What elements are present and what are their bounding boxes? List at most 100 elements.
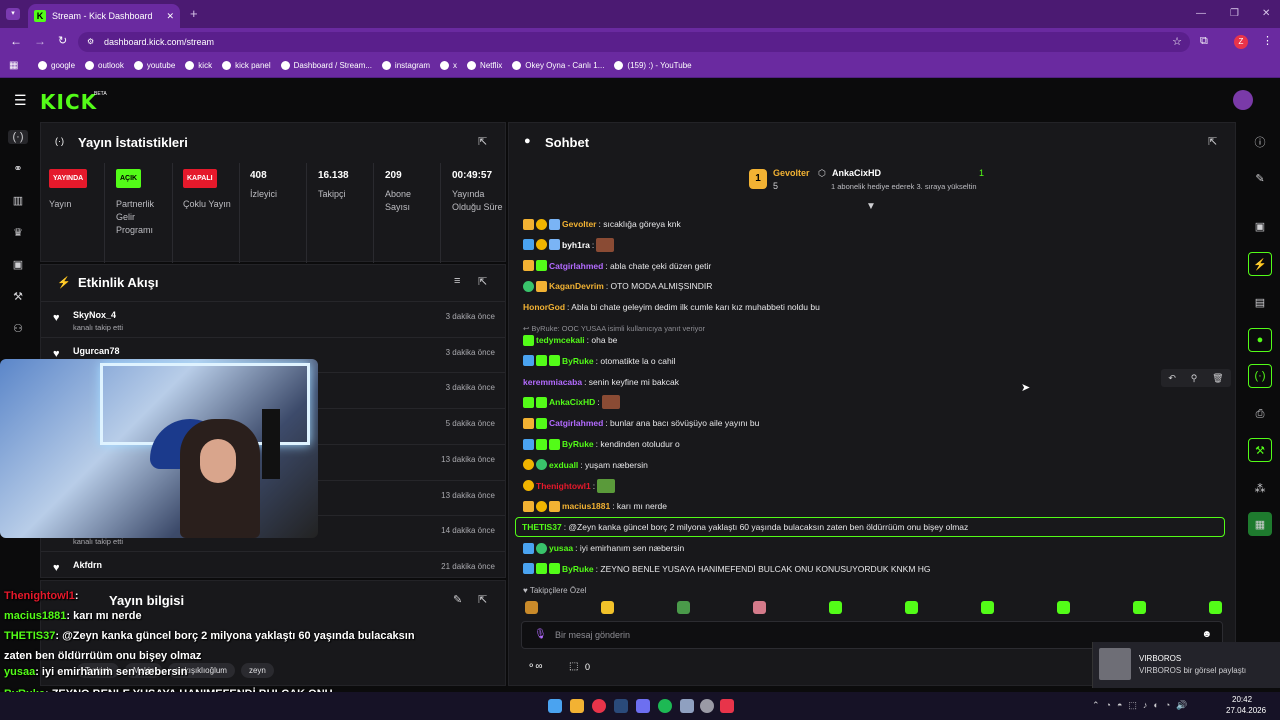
extensions-icon[interactable]: ⧉ <box>1200 35 1208 48</box>
chat-username[interactable]: Gevolter <box>562 219 597 229</box>
back-icon[interactable]: ← <box>10 34 22 48</box>
bookmark-item[interactable]: kick <box>185 61 212 70</box>
chat-message[interactable]: AnkaCixHD: <box>523 395 620 410</box>
popout-icon[interactable]: ⇱ <box>478 593 487 606</box>
broadcast-tool-icon[interactable]: (·) <box>1248 364 1272 388</box>
chat-username[interactable]: keremmiacaba <box>523 377 582 387</box>
chat-username[interactable]: Catgirlahmed <box>549 261 603 271</box>
chat-username[interactable]: HonorGod <box>523 302 565 312</box>
chat-message[interactable]: byh1ra: <box>523 237 615 252</box>
close-window-button[interactable]: ✕ <box>1262 8 1270 19</box>
gifter-name[interactable]: Gevolter <box>773 168 810 178</box>
extension-icon[interactable]: ▦ <box>1248 512 1272 536</box>
chat-message[interactable]: Catgirlahmed: bunlar ana bacı sövüşüyo a… <box>523 416 759 430</box>
bookmark-item[interactable]: kick panel <box>222 61 271 70</box>
chat-username[interactable]: exduall <box>549 460 578 470</box>
notes-icon[interactable]: ▤ <box>1248 290 1272 314</box>
bookmark-item[interactable]: (159) :) - YouTube <box>614 61 692 70</box>
delete-icon[interactable]: 🗑 <box>1212 373 1223 384</box>
info-icon[interactable]: ⓘ <box>1248 130 1272 154</box>
chat-username[interactable]: ByRuke <box>562 439 594 449</box>
popout-icon[interactable]: ⇱ <box>478 275 487 288</box>
notification-toast[interactable]: VIRBOROS VIRBOROS bir görsel paylaştı <box>1092 642 1280 688</box>
link-nav-icon[interactable]: ⚭ <box>11 162 25 176</box>
gift-box-icon[interactable]: ⬚ <box>569 661 578 672</box>
windows-start-icon[interactable] <box>548 699 562 713</box>
bookmark-item[interactable]: outlook <box>85 61 124 70</box>
settings-icon[interactable] <box>700 699 714 713</box>
bookmark-star-icon[interactable]: ☆ <box>1172 35 1182 48</box>
gifter-name[interactable]: AnkaCixHD <box>832 168 881 178</box>
kick-app-icon[interactable] <box>720 699 734 713</box>
emote-icon[interactable] <box>1133 601 1146 614</box>
tab-search-icon[interactable]: ▾ <box>6 8 20 20</box>
chat-message[interactable]: macius1881: karı mı nerde <box>523 499 667 513</box>
chat-message[interactable]: ByRuke: ZEYNO BENLE YUSAYA HANIMEFENDİ B… <box>523 562 931 576</box>
site-info-icon[interactable]: ⚙ <box>87 37 94 46</box>
chat-message[interactable]: Thenightowl1: <box>523 478 616 493</box>
share-icon[interactable]: ⁂ <box>1248 476 1272 500</box>
chat-message[interactable]: HonorGod: Abla bi chate geleyim dedim il… <box>523 300 820 314</box>
edit-icon[interactable]: ✎ <box>453 593 462 606</box>
connections-icon[interactable]: ⚬∞ <box>527 661 543 672</box>
spotify-icon[interactable] <box>658 699 672 713</box>
reply-icon[interactable]: ↶ <box>1168 373 1176 384</box>
chat-message[interactable]: THETIS37: @Zeyn kanka güncel borç 2 mily… <box>515 517 1225 538</box>
chat-message[interactable]: Gevolter: sıcaklığa göreya knk <box>523 217 681 231</box>
emote-icon[interactable] <box>981 601 994 614</box>
user-avatar[interactable] <box>1233 90 1253 110</box>
popout-icon[interactable]: ⇱ <box>1208 135 1217 148</box>
chat-message[interactable]: Catgirlahmed: abla chate çeki düzen geti… <box>523 259 711 273</box>
trophy-nav-icon[interactable]: ♛ <box>11 226 25 240</box>
forward-icon[interactable]: → <box>34 34 46 48</box>
chat-username[interactable]: macius1881 <box>562 501 610 511</box>
chat-message[interactable]: ByRuke: kendinden otoludur o <box>523 437 680 451</box>
chat-message[interactable]: tedymcekali: oha be <box>523 333 617 347</box>
emote-icon[interactable] <box>601 601 614 614</box>
hamburger-menu-icon[interactable]: ☰ <box>14 92 27 109</box>
chat-username[interactable]: Catgirlahmed <box>549 418 603 428</box>
chat-message[interactable]: ByRuke: otomatikte la o cahil <box>523 354 676 368</box>
lightning-tool-icon[interactable]: ⚡ <box>1248 252 1272 276</box>
tools-nav-icon[interactable]: ⚒ <box>11 290 25 304</box>
chat-message[interactable]: exduall: yuşam næbersin <box>523 458 648 472</box>
new-tab-button[interactable]: + <box>190 6 198 21</box>
collapse-icon[interactable]: ▼ <box>866 201 876 212</box>
chat-tool-icon[interactable]: ● <box>1248 328 1272 352</box>
chrome-icon[interactable] <box>592 699 606 713</box>
capture-icon[interactable]: ▣ <box>1248 214 1272 238</box>
emote-icon[interactable] <box>677 601 690 614</box>
mic-icon[interactable]: 🎙 <box>534 629 547 640</box>
emote-icon[interactable] <box>1209 601 1222 614</box>
video-nav-icon[interactable]: ▣ <box>11 258 25 272</box>
bookmark-item[interactable]: Dashboard / Stream... <box>280 61 372 70</box>
filter-icon[interactable]: ≡ <box>454 275 460 287</box>
bookmark-item[interactable]: youtube <box>133 61 175 70</box>
chat-username[interactable]: ByRuke <box>562 356 594 366</box>
tag-chip[interactable]: zeyn <box>240 663 274 678</box>
bookmark-item[interactable]: google <box>38 61 75 70</box>
bookmark-item[interactable]: Netflix <box>467 61 502 70</box>
community-nav-icon[interactable]: ⚇ <box>11 322 25 336</box>
chat-username[interactable]: AnkaCixHD <box>549 397 595 407</box>
emote-icon[interactable] <box>1057 601 1070 614</box>
emote-icon[interactable] <box>753 601 766 614</box>
bookmark-item[interactable]: Okey Oyna - Canlı 1... <box>512 61 604 70</box>
emote-icon[interactable] <box>829 601 842 614</box>
printer-icon[interactable]: ⎙ <box>1248 402 1272 426</box>
popout-icon[interactable]: ⇱ <box>478 135 487 148</box>
pencil-icon[interactable]: ✎ <box>1248 166 1272 190</box>
bookmark-item[interactable]: instagram <box>381 61 430 70</box>
app-icon[interactable] <box>680 699 694 713</box>
kick-logo[interactable]: KICK <box>40 90 97 114</box>
chat-username[interactable]: THETIS37 <box>522 522 562 532</box>
chat-message[interactable]: yusaa: iyi emirhanım sen næbersin <box>523 541 684 555</box>
wrench-tool-icon[interactable]: ⚒ <box>1248 438 1272 462</box>
emote-icon[interactable] <box>905 601 918 614</box>
discord-icon[interactable] <box>636 699 650 713</box>
reload-icon[interactable]: ↻ <box>58 34 67 47</box>
chat-username[interactable]: yusaa <box>549 543 573 553</box>
emoji-icon[interactable]: ☻ <box>1201 629 1212 640</box>
steam-icon[interactable] <box>614 699 628 713</box>
chat-username[interactable]: byh1ra <box>562 240 590 250</box>
